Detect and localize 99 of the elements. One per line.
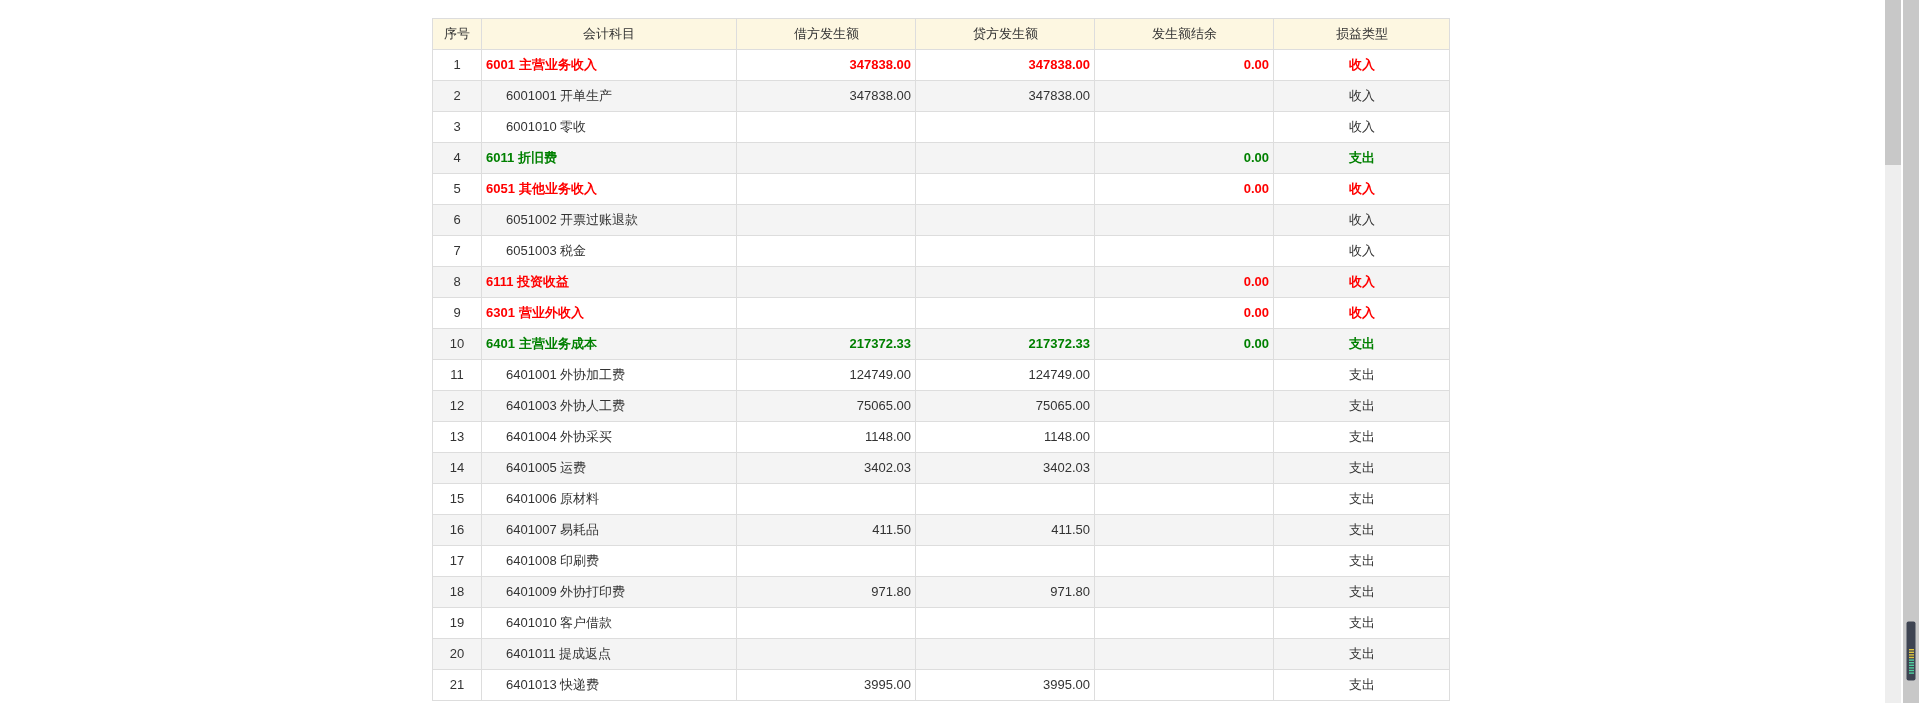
account-name: 6401008 印刷费	[505, 553, 600, 569]
row-number: 17	[432, 545, 482, 577]
amount: 75065.00	[1035, 398, 1090, 414]
account-name: 6401009 外协打印费	[505, 584, 626, 600]
account-name: 6051003 税金	[505, 243, 587, 259]
amount: 411.50	[872, 522, 911, 538]
profit-loss-type: 支出	[1348, 460, 1375, 476]
account-name: 6401001 外协加工费	[505, 367, 626, 383]
amount: 0.00	[1243, 274, 1269, 290]
account-name: 6401006 原材料	[505, 491, 600, 507]
profit-loss-type: 支出	[1348, 429, 1375, 445]
account-name: 6011 折旧费	[486, 150, 557, 166]
profit-loss-type: 支出	[1348, 367, 1375, 383]
row-number: 12	[432, 390, 482, 422]
profit-loss-type: 支出	[1348, 646, 1375, 662]
amount: 0.00	[1243, 305, 1269, 321]
account-name: 6111 投资收益	[486, 274, 570, 290]
row-number: 2	[432, 80, 482, 112]
account-name: 6401004 外协采买	[505, 429, 613, 445]
amount: 1148.00	[1043, 429, 1090, 445]
profit-loss-type: 收入	[1348, 243, 1375, 259]
amount: 124749.00	[1028, 367, 1090, 383]
account-name: 6001001 开单生产	[505, 88, 613, 104]
account-name: 6301 营业外收入	[486, 305, 584, 321]
account-name: 6001 主营业务收入	[486, 57, 597, 73]
row-number: 13	[432, 421, 482, 453]
level-meter-icon	[1906, 621, 1916, 681]
amount: 0.00	[1243, 57, 1269, 73]
amount: 75065.00	[856, 398, 911, 414]
column-header: 序号	[432, 18, 482, 50]
profit-loss-type: 支出	[1348, 336, 1375, 352]
account-name: 6401010 客户借款	[505, 615, 613, 631]
amount: 1148.00	[864, 429, 911, 445]
amount: 217372.33	[1028, 336, 1090, 352]
row-number: 15	[432, 483, 482, 515]
amount: 347838.00	[1028, 57, 1090, 73]
row-number: 3	[432, 111, 482, 143]
row-number: 4	[432, 142, 482, 174]
amount: 411.50	[1051, 522, 1090, 538]
row-number: 16	[432, 514, 482, 546]
amount: 124749.00	[849, 367, 911, 383]
amount: 347838.00	[1028, 88, 1090, 104]
row-number: 18	[432, 576, 482, 608]
row-number: 6	[432, 204, 482, 236]
account-name: 6051 其他业务收入	[486, 181, 597, 197]
row-number: 9	[432, 297, 482, 329]
account-name: 6401013 快递费	[505, 677, 600, 693]
amount: 217372.33	[849, 336, 911, 352]
column-header: 会计科目	[481, 18, 737, 50]
profit-loss-type: 支出	[1348, 398, 1375, 414]
amount: 347838.00	[849, 57, 911, 73]
amount: 3995.00	[864, 677, 911, 693]
amount: 3995.00	[1043, 677, 1090, 693]
amount: 0.00	[1243, 336, 1269, 352]
amount: 971.80	[871, 584, 911, 600]
amount: 3402.03	[864, 460, 911, 476]
row-number: 10	[432, 328, 482, 360]
scrollbar[interactable]	[1885, 0, 1901, 703]
profit-loss-type: 收入	[1348, 88, 1375, 104]
amount: 0.00	[1243, 150, 1269, 166]
profit-loss-type: 支出	[1348, 150, 1375, 166]
account-name: 6401 主营业务成本	[486, 336, 597, 352]
row-number: 14	[432, 452, 482, 484]
account-name: 6401007 易耗品	[505, 522, 600, 538]
profit-loss-type: 支出	[1348, 553, 1375, 569]
profit-loss-type: 支出	[1348, 491, 1375, 507]
row-number: 19	[432, 607, 482, 639]
column-header: 发生额结余	[1094, 18, 1274, 50]
account-name: 6051002 开票过账退款	[505, 212, 639, 228]
column-header: 贷方发生额	[915, 18, 1095, 50]
amount: 0.00	[1243, 181, 1269, 197]
account-name: 6401005 运费	[505, 460, 587, 476]
profit-loss-type: 收入	[1348, 212, 1375, 228]
amount: 347838.00	[849, 88, 911, 104]
profit-loss-type: 收入	[1348, 119, 1375, 135]
row-number: 7	[432, 235, 482, 267]
account-name: 6401011 提成返点	[505, 646, 612, 662]
row-number: 11	[432, 359, 482, 391]
amount: 3402.03	[1043, 460, 1090, 476]
row-number: 8	[432, 266, 482, 298]
profit-loss-type: 收入	[1348, 57, 1375, 73]
row-number: 21	[432, 669, 482, 701]
scrollbar-thumb[interactable]	[1885, 0, 1901, 165]
profit-loss-type: 支出	[1348, 522, 1375, 538]
column-header: 损益类型	[1273, 18, 1450, 50]
profit-loss-type: 支出	[1348, 677, 1375, 693]
account-name: 6401003 外协人工费	[505, 398, 626, 414]
row-number: 20	[432, 638, 482, 670]
profit-loss-type: 支出	[1348, 584, 1375, 600]
row-number: 5	[432, 173, 482, 205]
scrollbar[interactable]	[1903, 0, 1919, 703]
profit-loss-type: 收入	[1348, 181, 1375, 197]
profit-loss-type: 收入	[1348, 305, 1375, 321]
row-number: 1	[432, 49, 482, 81]
account-name: 6001010 零收	[505, 119, 587, 135]
amount: 971.80	[1050, 584, 1090, 600]
column-header: 借方发生额	[736, 18, 916, 50]
profit-loss-type: 收入	[1348, 274, 1375, 290]
profit-loss-type: 支出	[1348, 615, 1375, 631]
